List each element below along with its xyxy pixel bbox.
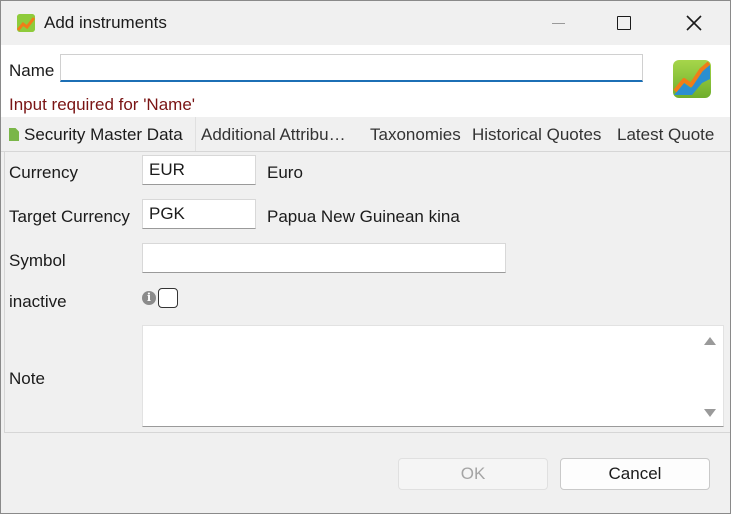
name-label: Name <box>9 61 55 80</box>
target-currency-value: PGK <box>149 204 185 223</box>
inactive-label: inactive <box>9 292 67 311</box>
close-button[interactable] <box>671 1 717 45</box>
tab-latest-quote[interactable]: Latest Quote <box>617 117 714 151</box>
tab-label: Taxonomies <box>370 125 461 144</box>
tab-additional-attributes[interactable]: Additional Attribu… <box>201 117 346 151</box>
tab-label: Additional Attribu… <box>201 125 346 144</box>
tab-label: Latest Quote <box>617 125 715 144</box>
minimize-icon <box>551 22 565 24</box>
tab-taxonomies[interactable]: Taxonomies <box>370 117 461 151</box>
name-error-message: Input required for 'Name' <box>9 95 196 114</box>
tab-bar: Security Master Data Additional Attribu…… <box>1 117 730 152</box>
tab-label: Historical Quotes <box>472 125 602 144</box>
tab-historical-quotes[interactable]: Historical Quotes <box>472 117 601 151</box>
currency-field[interactable]: EUR <box>142 155 256 185</box>
note-textarea[interactable] <box>142 325 724 427</box>
portfolio-logo-icon <box>672 59 712 99</box>
tab-label: Security Master Data <box>24 125 183 144</box>
document-icon <box>9 128 19 141</box>
maximize-icon <box>617 16 631 30</box>
symbol-label: Symbol <box>9 251 66 270</box>
currency-value: EUR <box>149 160 185 179</box>
target-currency-field[interactable]: PGK <box>142 199 256 229</box>
maximize-button[interactable] <box>601 1 647 45</box>
header-area: Name Input required for 'Name' <box>1 45 730 117</box>
minimize-button[interactable] <box>535 1 581 45</box>
window-title: Add instruments <box>44 13 167 32</box>
currency-label: Currency <box>9 163 78 182</box>
target-currency-label: Target Currency <box>9 207 130 226</box>
target-currency-description: Papua New Guinean kina <box>267 207 460 226</box>
note-label: Note <box>9 369 45 388</box>
title-bar: Add instruments <box>1 1 730 45</box>
chart-app-icon <box>17 14 35 32</box>
tab-security-master-data[interactable]: Security Master Data <box>4 117 196 151</box>
scroll-up-arrow-icon[interactable] <box>704 337 716 345</box>
close-icon <box>686 15 702 31</box>
inactive-checkbox[interactable] <box>158 288 178 308</box>
ok-button[interactable]: OK <box>398 458 548 490</box>
dialog-window: Add instruments Name Input required for … <box>0 0 731 514</box>
info-icon[interactable]: i <box>142 291 156 305</box>
symbol-input[interactable] <box>142 243 506 273</box>
name-input[interactable] <box>60 54 643 82</box>
currency-description: Euro <box>267 163 303 182</box>
cancel-button[interactable]: Cancel <box>560 458 710 490</box>
scroll-down-arrow-icon[interactable] <box>704 409 716 417</box>
